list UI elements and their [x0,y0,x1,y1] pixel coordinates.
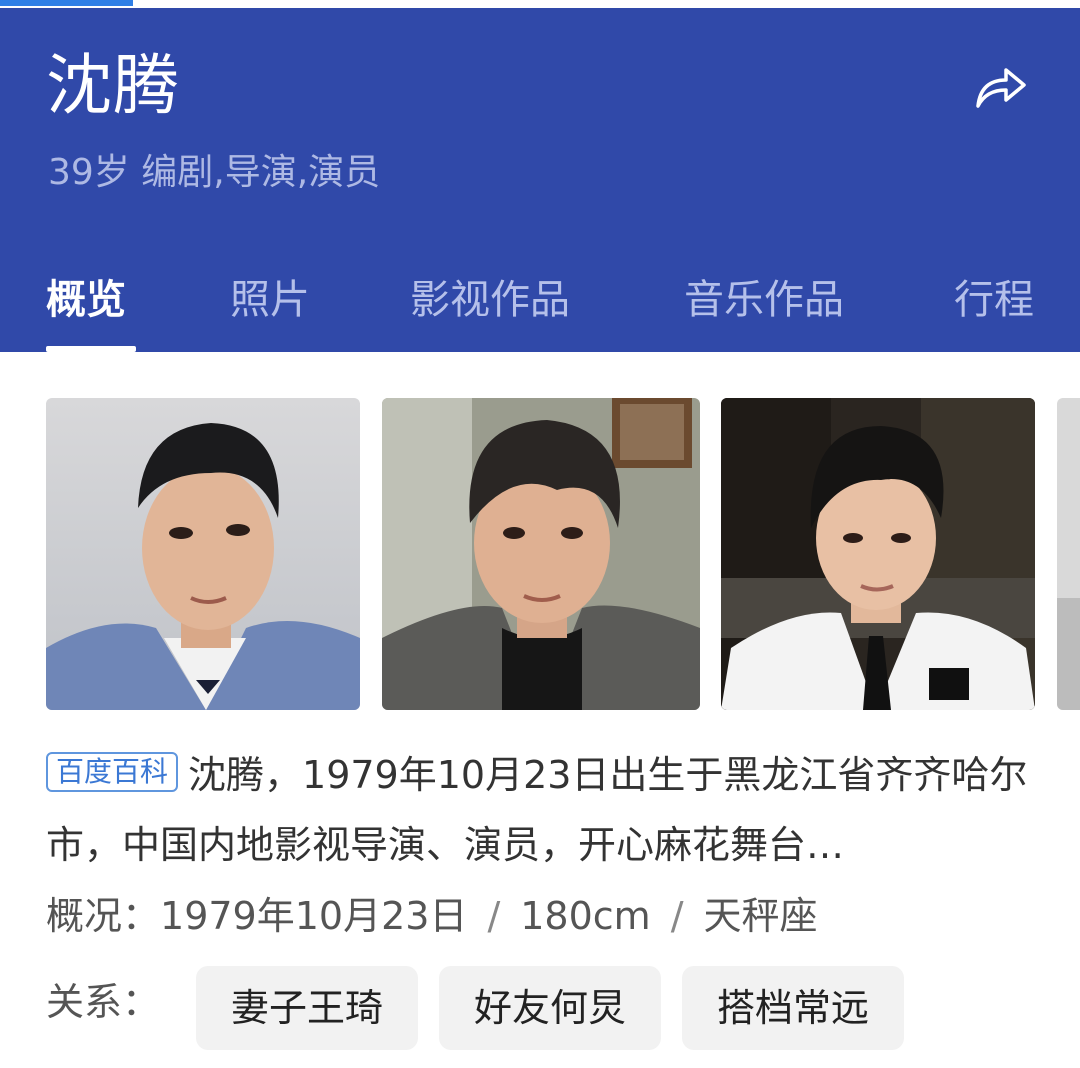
photo-strip [0,398,1080,710]
relation-chip-friend[interactable]: 好友何炅 [439,966,661,1050]
loading-progress-bar [0,0,133,6]
overview-zodiac: 天秤座 [703,894,818,938]
person-subtitle: 39岁 编剧,导演,演员 [48,152,381,193]
tab-bar: 概览 照片 影视作品 音乐作品 行程 [0,256,1080,352]
active-tab-indicator [46,346,136,352]
relation-chip-partner[interactable]: 搭档常远 [682,966,904,1050]
person-name: 沈腾 [46,47,180,124]
tab-photos[interactable]: 照片 [230,270,310,330]
tab-schedule[interactable]: 行程 [954,270,1034,330]
relations-label: 关系： [46,980,161,1024]
photo-card-4-partial[interactable] [1057,398,1080,710]
summary-paragraph: 百度百科 沈腾，1979年10月23日出生于黑龙江省齐齐哈尔市，中国内地影视导演、… [46,740,1036,880]
top-progress-strip [0,0,1080,8]
overview-height: 180cm [520,894,651,938]
overview-birthday: 1979年10月23日 [160,894,468,938]
tab-overview[interactable]: 概览 [46,270,126,330]
tab-music-works[interactable]: 音乐作品 [684,270,844,330]
overview-separator: / [487,894,501,938]
source-badge-baike[interactable]: 百度百科 [46,751,179,792]
summary-text: 沈腾，1979年10月23日出生于黑龙江省齐齐哈尔市，中国内地影视导演、演员，开… [46,753,1028,867]
photo-card-1[interactable] [46,398,360,710]
relation-chip-wife[interactable]: 妻子王琦 [196,966,418,1050]
photo-card-3[interactable] [721,398,1035,710]
tab-film-works[interactable]: 影视作品 [410,270,570,330]
overview-row: 概况：1979年10月23日 / 180cm / 天秤座 [46,886,818,946]
header: 沈腾 39岁 编剧,导演,演员 概览 照片 影视作品 音乐作品 行程 [0,8,1080,352]
overview-separator: / [670,894,684,938]
overview-label: 概况： [46,894,161,938]
share-icon[interactable] [968,54,1032,118]
photo-card-2[interactable] [382,398,700,710]
